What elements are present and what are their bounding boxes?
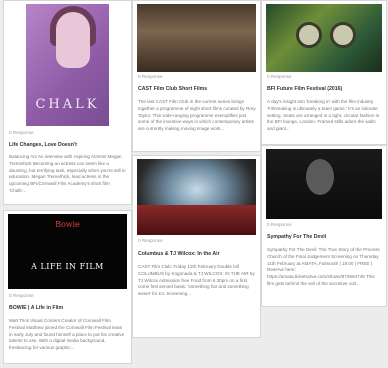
response-count[interactable]: 0 Response <box>9 130 34 135</box>
post-title[interactable]: BOWIE | A Life in Film <box>9 305 127 311</box>
post-title[interactable]: BFI Future Film Festival (2016) <box>267 86 382 92</box>
post-grid: CHALK 0 Response Life Changes, Love Does… <box>0 0 388 368</box>
post-thumbnail[interactable] <box>137 4 256 72</box>
thumbnail-signature-text: Bowie <box>55 220 80 229</box>
response-count[interactable]: 0 Response <box>138 74 163 79</box>
post-excerpt: The last CAST Film Club in the current s… <box>138 99 256 132</box>
post-excerpt: CAST Film Club: Friday 12th February Dou… <box>138 264 255 297</box>
thumbnail-title-text: CHALK <box>35 97 100 112</box>
portrait-head <box>306 159 334 195</box>
cinema-seats <box>137 205 256 235</box>
post-card-sympathy[interactable]: 0 Response Sympathy For The Devil Sympat… <box>261 145 387 307</box>
post-title[interactable]: Life Changes, Love Doesn't <box>9 142 127 148</box>
post-excerpt: Balancing Act An interview with Aspiring… <box>9 154 126 193</box>
goggle-right <box>330 22 356 48</box>
post-thumbnail[interactable] <box>137 159 256 235</box>
post-title[interactable]: CAST Film Club Short Films <box>138 86 256 92</box>
post-card-bowie[interactable]: Bowie A LIFE IN FILM 0 Response BOWIE | … <box>3 210 132 364</box>
post-card-bfi-future[interactable]: 0 Response BFI Future Film Festival (201… <box>261 0 387 145</box>
portrait-face <box>56 12 90 68</box>
response-count[interactable]: 0 Response <box>267 74 292 79</box>
response-count[interactable]: 0 Response <box>267 222 292 227</box>
post-title[interactable]: Columbus & TJ Wilcox: In the Air <box>138 251 256 257</box>
post-card-columbus[interactable]: 0 Response Columbus & TJ Wilcox: In the … <box>132 155 261 338</box>
response-count[interactable]: 0 Response <box>138 238 163 243</box>
post-thumbnail[interactable] <box>266 4 382 72</box>
post-card-life-changes[interactable]: CHALK 0 Response Life Changes, Love Does… <box>3 0 132 205</box>
post-thumbnail[interactable]: Bowie A LIFE IN FILM <box>8 214 127 289</box>
post-excerpt: A day's insight into 'breaking in' with … <box>267 99 380 132</box>
response-count[interactable]: 0 Response <box>9 293 34 298</box>
post-thumbnail[interactable]: CHALK <box>26 4 109 126</box>
thumbnail-title-text: A LIFE IN FILM <box>31 262 104 271</box>
post-card-cast-shorts[interactable]: 0 Response CAST Film Club Short Films Th… <box>132 0 261 152</box>
post-thumbnail[interactable] <box>266 149 382 219</box>
post-excerpt: Sympathy For The Devil: The True Story o… <box>267 247 380 286</box>
goggle-left <box>296 22 322 48</box>
post-title[interactable]: Sympathy For The Devil <box>267 234 382 240</box>
post-excerpt: Matt Trick Visual Content Creator of Cor… <box>9 318 125 351</box>
